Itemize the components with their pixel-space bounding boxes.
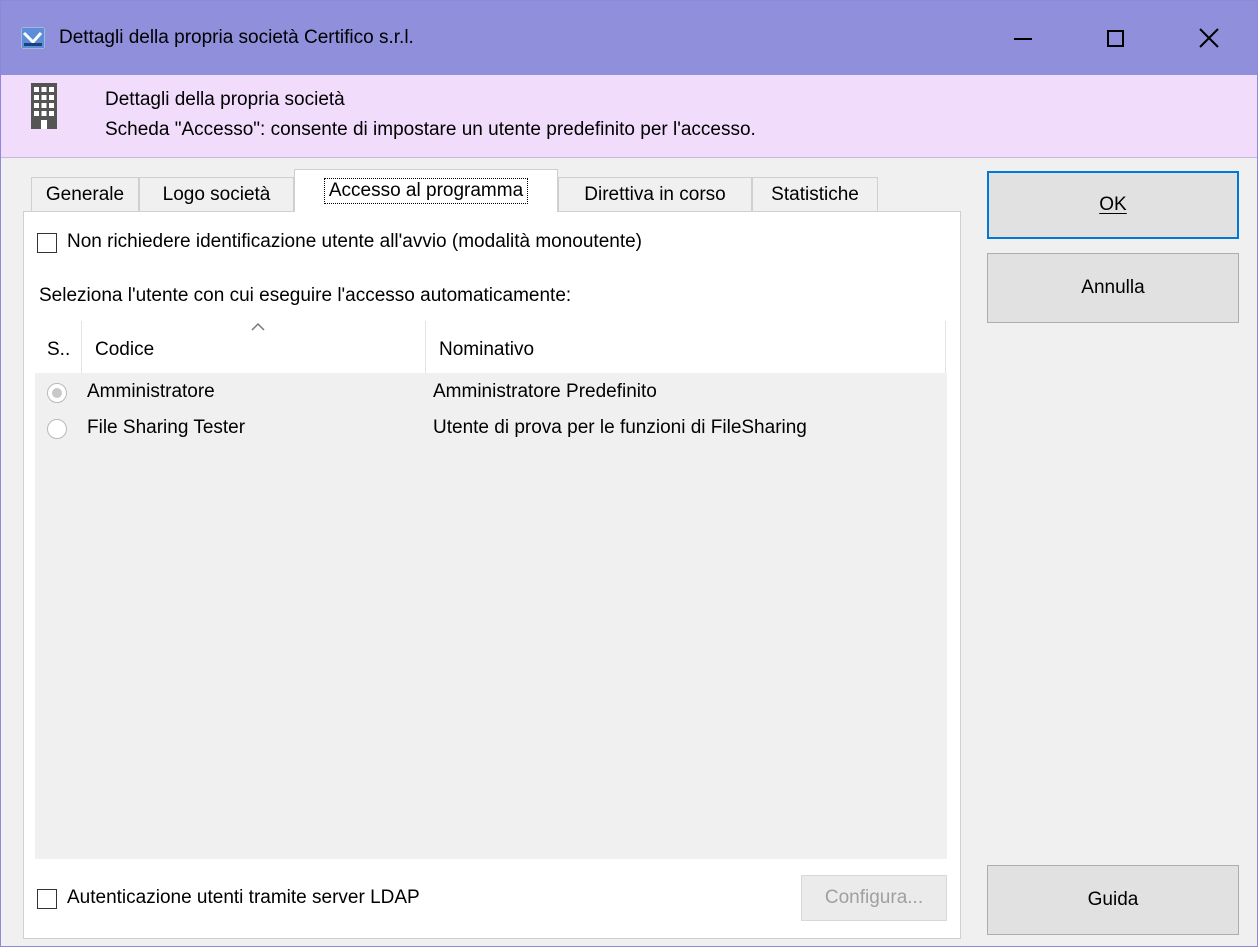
close-button[interactable] bbox=[1163, 1, 1255, 75]
tab-direttiva-in-corso[interactable]: Direttiva in corso bbox=[558, 177, 752, 211]
tab-label: Statistiche bbox=[771, 183, 859, 205]
ok-button[interactable]: OK bbox=[987, 171, 1239, 239]
ldap-checkbox[interactable] bbox=[37, 889, 57, 909]
listview-header: S.. Codice Nominativo bbox=[35, 321, 947, 373]
cancel-button-label: Annulla bbox=[1081, 277, 1145, 298]
table-row[interactable]: Amministratore Amministratore Predefinit… bbox=[35, 373, 947, 411]
user-radio[interactable] bbox=[47, 383, 67, 403]
app-icon bbox=[21, 27, 45, 49]
minimize-icon bbox=[1014, 38, 1032, 40]
close-icon bbox=[1199, 28, 1219, 48]
tab-generale[interactable]: Generale bbox=[31, 177, 139, 211]
banner-description: Scheda "Accesso": consente di impostare … bbox=[105, 119, 756, 140]
tab-statistiche[interactable]: Statistiche bbox=[752, 177, 878, 211]
header-banner: Dettagli della propria società Scheda "A… bbox=[1, 75, 1257, 158]
user-radio[interactable] bbox=[47, 419, 67, 439]
table-row[interactable]: File Sharing Tester Utente di prova per … bbox=[35, 411, 947, 449]
window-title: Dettagli della propria società Certifico… bbox=[59, 27, 414, 48]
tab-logo-societa[interactable]: Logo società bbox=[139, 177, 294, 211]
user-name: Amministratore Predefinito bbox=[433, 381, 657, 402]
minimize-button[interactable] bbox=[977, 1, 1069, 75]
user-name: Utente di prova per le funzioni di FileS… bbox=[433, 417, 807, 438]
column-header-codice[interactable]: Codice bbox=[95, 339, 154, 361]
column-divider[interactable] bbox=[945, 321, 946, 373]
help-button[interactable]: Guida bbox=[987, 865, 1239, 935]
building-icon bbox=[31, 83, 57, 129]
column-divider[interactable] bbox=[81, 321, 82, 373]
tab-label: Generale bbox=[45, 183, 125, 205]
user-code: Amministratore bbox=[87, 381, 215, 402]
title-bar[interactable]: Dettagli della propria società Certifico… bbox=[1, 1, 1257, 75]
select-user-label: Seleziona l'utente con cui eseguire l'ac… bbox=[39, 285, 572, 306]
user-code: File Sharing Tester bbox=[87, 417, 246, 438]
help-button-label: Guida bbox=[1087, 889, 1139, 910]
ldap-label[interactable]: Autenticazione utenti tramite server LDA… bbox=[67, 887, 420, 909]
column-header-nominativo[interactable]: Nominativo bbox=[439, 339, 534, 361]
sort-ascending-icon bbox=[251, 322, 265, 331]
configure-button-label: Configura... bbox=[824, 887, 924, 908]
maximize-icon bbox=[1106, 29, 1124, 47]
tab-label: Accesso al programma bbox=[323, 178, 529, 204]
column-header-s[interactable]: S.. bbox=[47, 339, 70, 361]
users-listview[interactable]: S.. Codice Nominativo Amministratore Amm… bbox=[35, 321, 947, 859]
tab-accesso-al-programma[interactable]: Accesso al programma bbox=[294, 169, 558, 212]
single-user-label[interactable]: Non richiedere identificazione utente al… bbox=[67, 231, 642, 253]
banner-title: Dettagli della propria società bbox=[105, 89, 345, 110]
column-divider[interactable] bbox=[425, 321, 426, 373]
tab-label: Direttiva in corso bbox=[584, 183, 726, 205]
single-user-checkbox[interactable] bbox=[37, 233, 57, 253]
dialog-window: Dettagli della propria società Certifico… bbox=[0, 0, 1258, 947]
maximize-button[interactable] bbox=[1069, 1, 1161, 75]
configure-button[interactable]: Configura... bbox=[801, 875, 947, 921]
cancel-button[interactable]: Annulla bbox=[987, 253, 1239, 323]
ok-button-label: OK bbox=[1099, 194, 1127, 215]
tab-label: Logo società bbox=[162, 183, 271, 205]
